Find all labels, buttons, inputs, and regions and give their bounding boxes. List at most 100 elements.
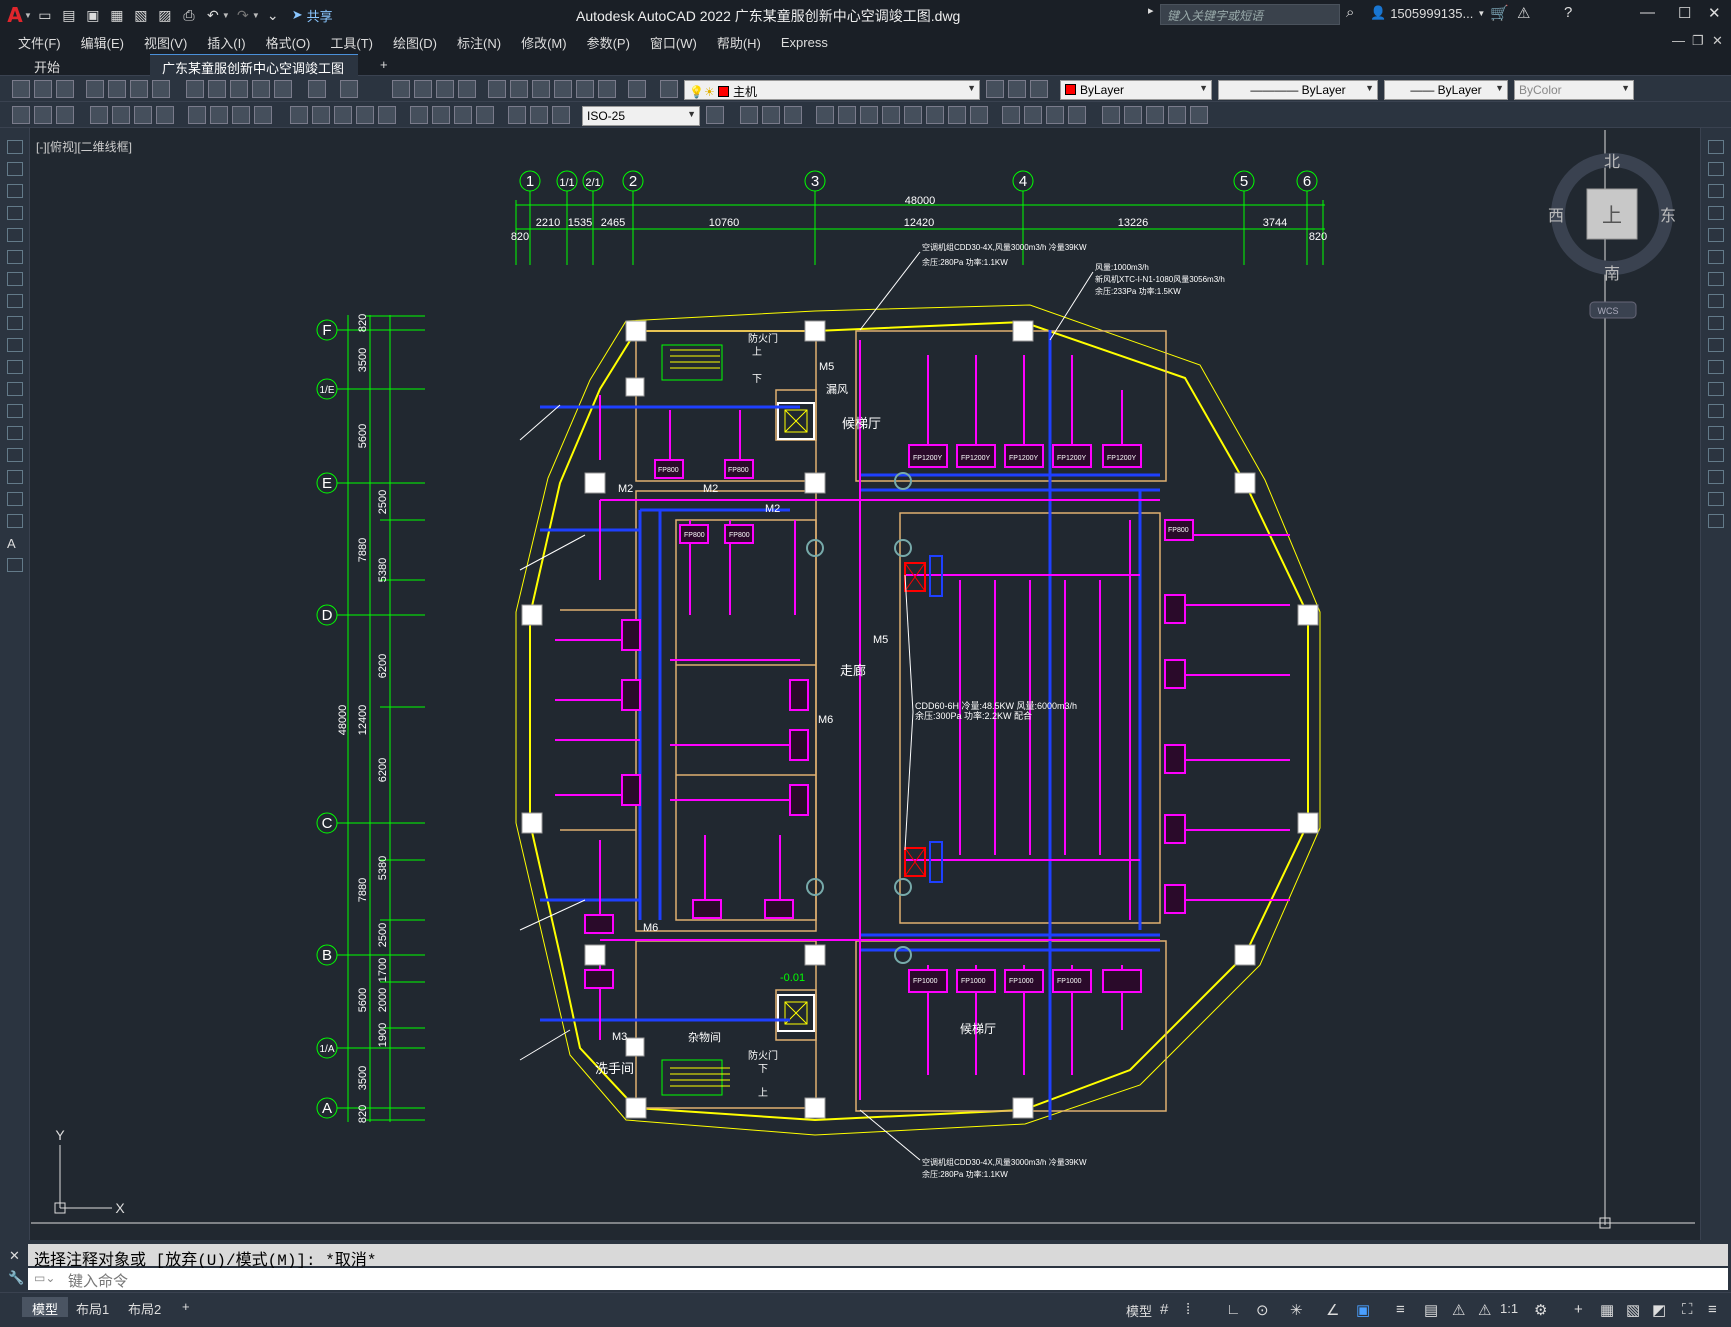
toolbar-icon[interactable]: [488, 80, 506, 98]
undo-caret-icon[interactable]: ▼: [222, 11, 230, 20]
circle-icon[interactable]: [7, 272, 23, 286]
polygon-icon[interactable]: [7, 206, 23, 220]
break-icon[interactable]: [1708, 404, 1724, 418]
menu-draw[interactable]: 绘图(D): [383, 33, 447, 52]
customization-icon[interactable]: ≡: [1708, 1301, 1717, 1318]
customize-command-icon[interactable]: 🔧: [8, 1270, 24, 1286]
toolbar-icon[interactable]: [34, 80, 52, 98]
doc-minimize-icon[interactable]: —: [1672, 33, 1685, 48]
lineweight-dropdown[interactable]: —— ByLayer ▼: [1384, 80, 1508, 100]
toolbar-icon[interactable]: [252, 80, 270, 98]
chamfer-icon[interactable]: [1708, 448, 1724, 462]
dim-continue-icon[interactable]: [334, 106, 352, 124]
region-icon[interactable]: [7, 492, 23, 506]
center-mark-icon[interactable]: [432, 106, 450, 124]
toolbar-icon[interactable]: [152, 80, 170, 98]
inspect-icon[interactable]: [454, 106, 472, 124]
menu-tools[interactable]: 工具(T): [320, 33, 383, 52]
modify-icon[interactable]: [1190, 106, 1208, 124]
toolbar-icon[interactable]: [130, 80, 148, 98]
join-icon[interactable]: [1708, 426, 1724, 440]
help-icon[interactable]: ?: [1564, 4, 1572, 21]
add-layout-button[interactable]: +: [172, 1297, 200, 1317]
ortho-icon[interactable]: ∟: [1226, 1301, 1241, 1318]
save-icon[interactable]: ▣: [82, 4, 104, 26]
add-icon[interactable]: +: [1574, 1301, 1583, 1318]
toolbar-icon[interactable]: [598, 80, 616, 98]
insert-block-icon[interactable]: [7, 382, 23, 396]
layout-tab-model[interactable]: 模型: [22, 1297, 69, 1317]
modify-icon[interactable]: [740, 106, 758, 124]
customize-qat-icon[interactable]: ⌄: [262, 4, 284, 26]
mirror-icon[interactable]: [1708, 184, 1724, 198]
menu-view[interactable]: 视图(V): [134, 33, 197, 52]
lineweight-icon[interactable]: ≡: [1396, 1301, 1405, 1318]
menu-file[interactable]: 文件(F): [8, 33, 71, 52]
toolbar-icon[interactable]: [554, 80, 572, 98]
modify-icon[interactable]: [816, 106, 834, 124]
dim-baseline-icon[interactable]: [312, 106, 330, 124]
save-as-icon[interactable]: ▦: [106, 4, 128, 26]
viewcube-top[interactable]: 上: [1602, 204, 1622, 227]
modify-icon[interactable]: [882, 106, 900, 124]
fullscreen-icon[interactable]: ⛶: [1682, 1301, 1693, 1318]
command-input[interactable]: 键入命令: [28, 1268, 1728, 1290]
ellipse-icon[interactable]: [7, 338, 23, 352]
redo-caret-icon[interactable]: ▼: [252, 11, 260, 20]
web-open-icon[interactable]: ▧: [130, 4, 152, 26]
toolbar-icon[interactable]: [392, 80, 410, 98]
menu-format[interactable]: 格式(O): [256, 33, 321, 52]
hatch-icon[interactable]: [7, 448, 23, 462]
dimstyle-manager-icon[interactable]: [706, 106, 724, 124]
modify-icon[interactable]: [762, 106, 780, 124]
isodraft-icon[interactable]: ✳: [1290, 1301, 1303, 1319]
wcs-menu[interactable]: WCS: [1598, 306, 1619, 316]
annotation-scale-value[interactable]: 1:1: [1500, 1301, 1518, 1316]
dim-angular-icon[interactable]: [254, 106, 272, 124]
toolbar-icon[interactable]: [436, 80, 454, 98]
toolbar-icon[interactable]: [208, 80, 226, 98]
polyline-icon[interactable]: [7, 184, 23, 198]
osnap-icon[interactable]: ▣: [1356, 1301, 1370, 1319]
auto-scale-icon[interactable]: ⚠: [1478, 1301, 1491, 1319]
autodesk-app-icon[interactable]: ⚠: [1517, 4, 1530, 22]
modify-icon[interactable]: [1102, 106, 1120, 124]
scale-icon[interactable]: [1708, 294, 1724, 308]
modify-icon[interactable]: [1002, 106, 1020, 124]
line-tool-icon[interactable]: [7, 140, 23, 154]
dim-break-icon[interactable]: [378, 106, 396, 124]
toolbar-icon[interactable]: [12, 80, 30, 98]
dim-quick-icon[interactable]: [290, 106, 308, 124]
blend-icon[interactable]: [1708, 492, 1724, 506]
dim-aligned-icon[interactable]: [112, 106, 130, 124]
search-input[interactable]: 键入关键字或短语: [1160, 4, 1340, 25]
trim-icon[interactable]: [1708, 338, 1724, 352]
menu-modify[interactable]: 修改(M): [511, 33, 577, 52]
new-tab-button[interactable]: +: [368, 54, 400, 76]
share-button[interactable]: ➤ 共享: [292, 6, 333, 25]
modify-icon[interactable]: [1046, 106, 1064, 124]
toolbar-icon[interactable]: [532, 80, 550, 98]
plot-icon[interactable]: ⎙: [178, 4, 200, 26]
units-icon[interactable]: ▦: [1600, 1301, 1614, 1319]
menu-parametric[interactable]: 参数(P): [577, 33, 640, 52]
explode-icon[interactable]: [1708, 514, 1724, 528]
rectangle-icon[interactable]: [7, 228, 23, 242]
menu-edit[interactable]: 编辑(E): [71, 33, 134, 52]
viewcube-west[interactable]: 西: [1548, 208, 1564, 225]
modify-icon[interactable]: [1024, 106, 1042, 124]
add-selected-icon[interactable]: [7, 558, 23, 572]
toolbar-icon[interactable]: [56, 106, 74, 124]
linetype-dropdown[interactable]: ———— ByLayer ▼: [1218, 80, 1378, 100]
toolbar-icon[interactable]: [12, 106, 30, 124]
modify-icon[interactable]: [1168, 106, 1186, 124]
revcloud-icon[interactable]: [7, 294, 23, 308]
stretch-icon[interactable]: [1708, 316, 1724, 330]
maximize-icon[interactable]: ☐: [1678, 4, 1691, 22]
app-menu-caret-icon[interactable]: ▼: [24, 11, 32, 20]
offset-icon[interactable]: [1708, 206, 1724, 220]
tolerance-icon[interactable]: [410, 106, 428, 124]
modify-icon[interactable]: [948, 106, 966, 124]
make-block-icon[interactable]: [7, 404, 23, 418]
layout-tab-1[interactable]: 布局1: [66, 1297, 119, 1317]
